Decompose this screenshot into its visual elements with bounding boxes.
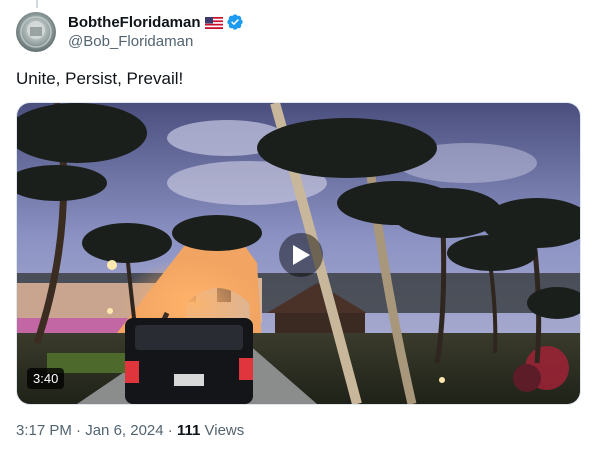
video-duration-badge: 3:40: [27, 368, 65, 389]
play-icon: [293, 245, 310, 265]
tweet-text: Unite, Persist, Prevail!: [16, 69, 184, 88]
author-handle[interactable]: @Bob_Floridaman: [68, 33, 193, 50]
tweet-meta: 3:17 PM · Jan 6, 2024 · 111 Views: [16, 422, 244, 439]
views-count: 111: [176, 422, 201, 439]
play-button[interactable]: [279, 233, 323, 277]
video-player[interactable]: 3:40: [16, 102, 581, 405]
views-label: Views: [200, 422, 245, 439]
verified-badge-icon[interactable]: [226, 13, 244, 31]
author-name-row: BobtheFloridaman: [68, 12, 244, 32]
author-display-name[interactable]: BobtheFloridaman: [68, 14, 201, 31]
avatar[interactable]: [16, 12, 56, 52]
meta-separator: ·: [71, 422, 86, 439]
tweet-date[interactable]: Jan 6, 2024: [85, 422, 163, 439]
avatar-image: [20, 16, 52, 48]
meta-separator: ·: [163, 422, 177, 439]
us-flag-icon: [204, 16, 223, 29]
tweet-time[interactable]: 3:17 PM: [16, 422, 72, 439]
thread-connector-line: [36, 0, 38, 8]
